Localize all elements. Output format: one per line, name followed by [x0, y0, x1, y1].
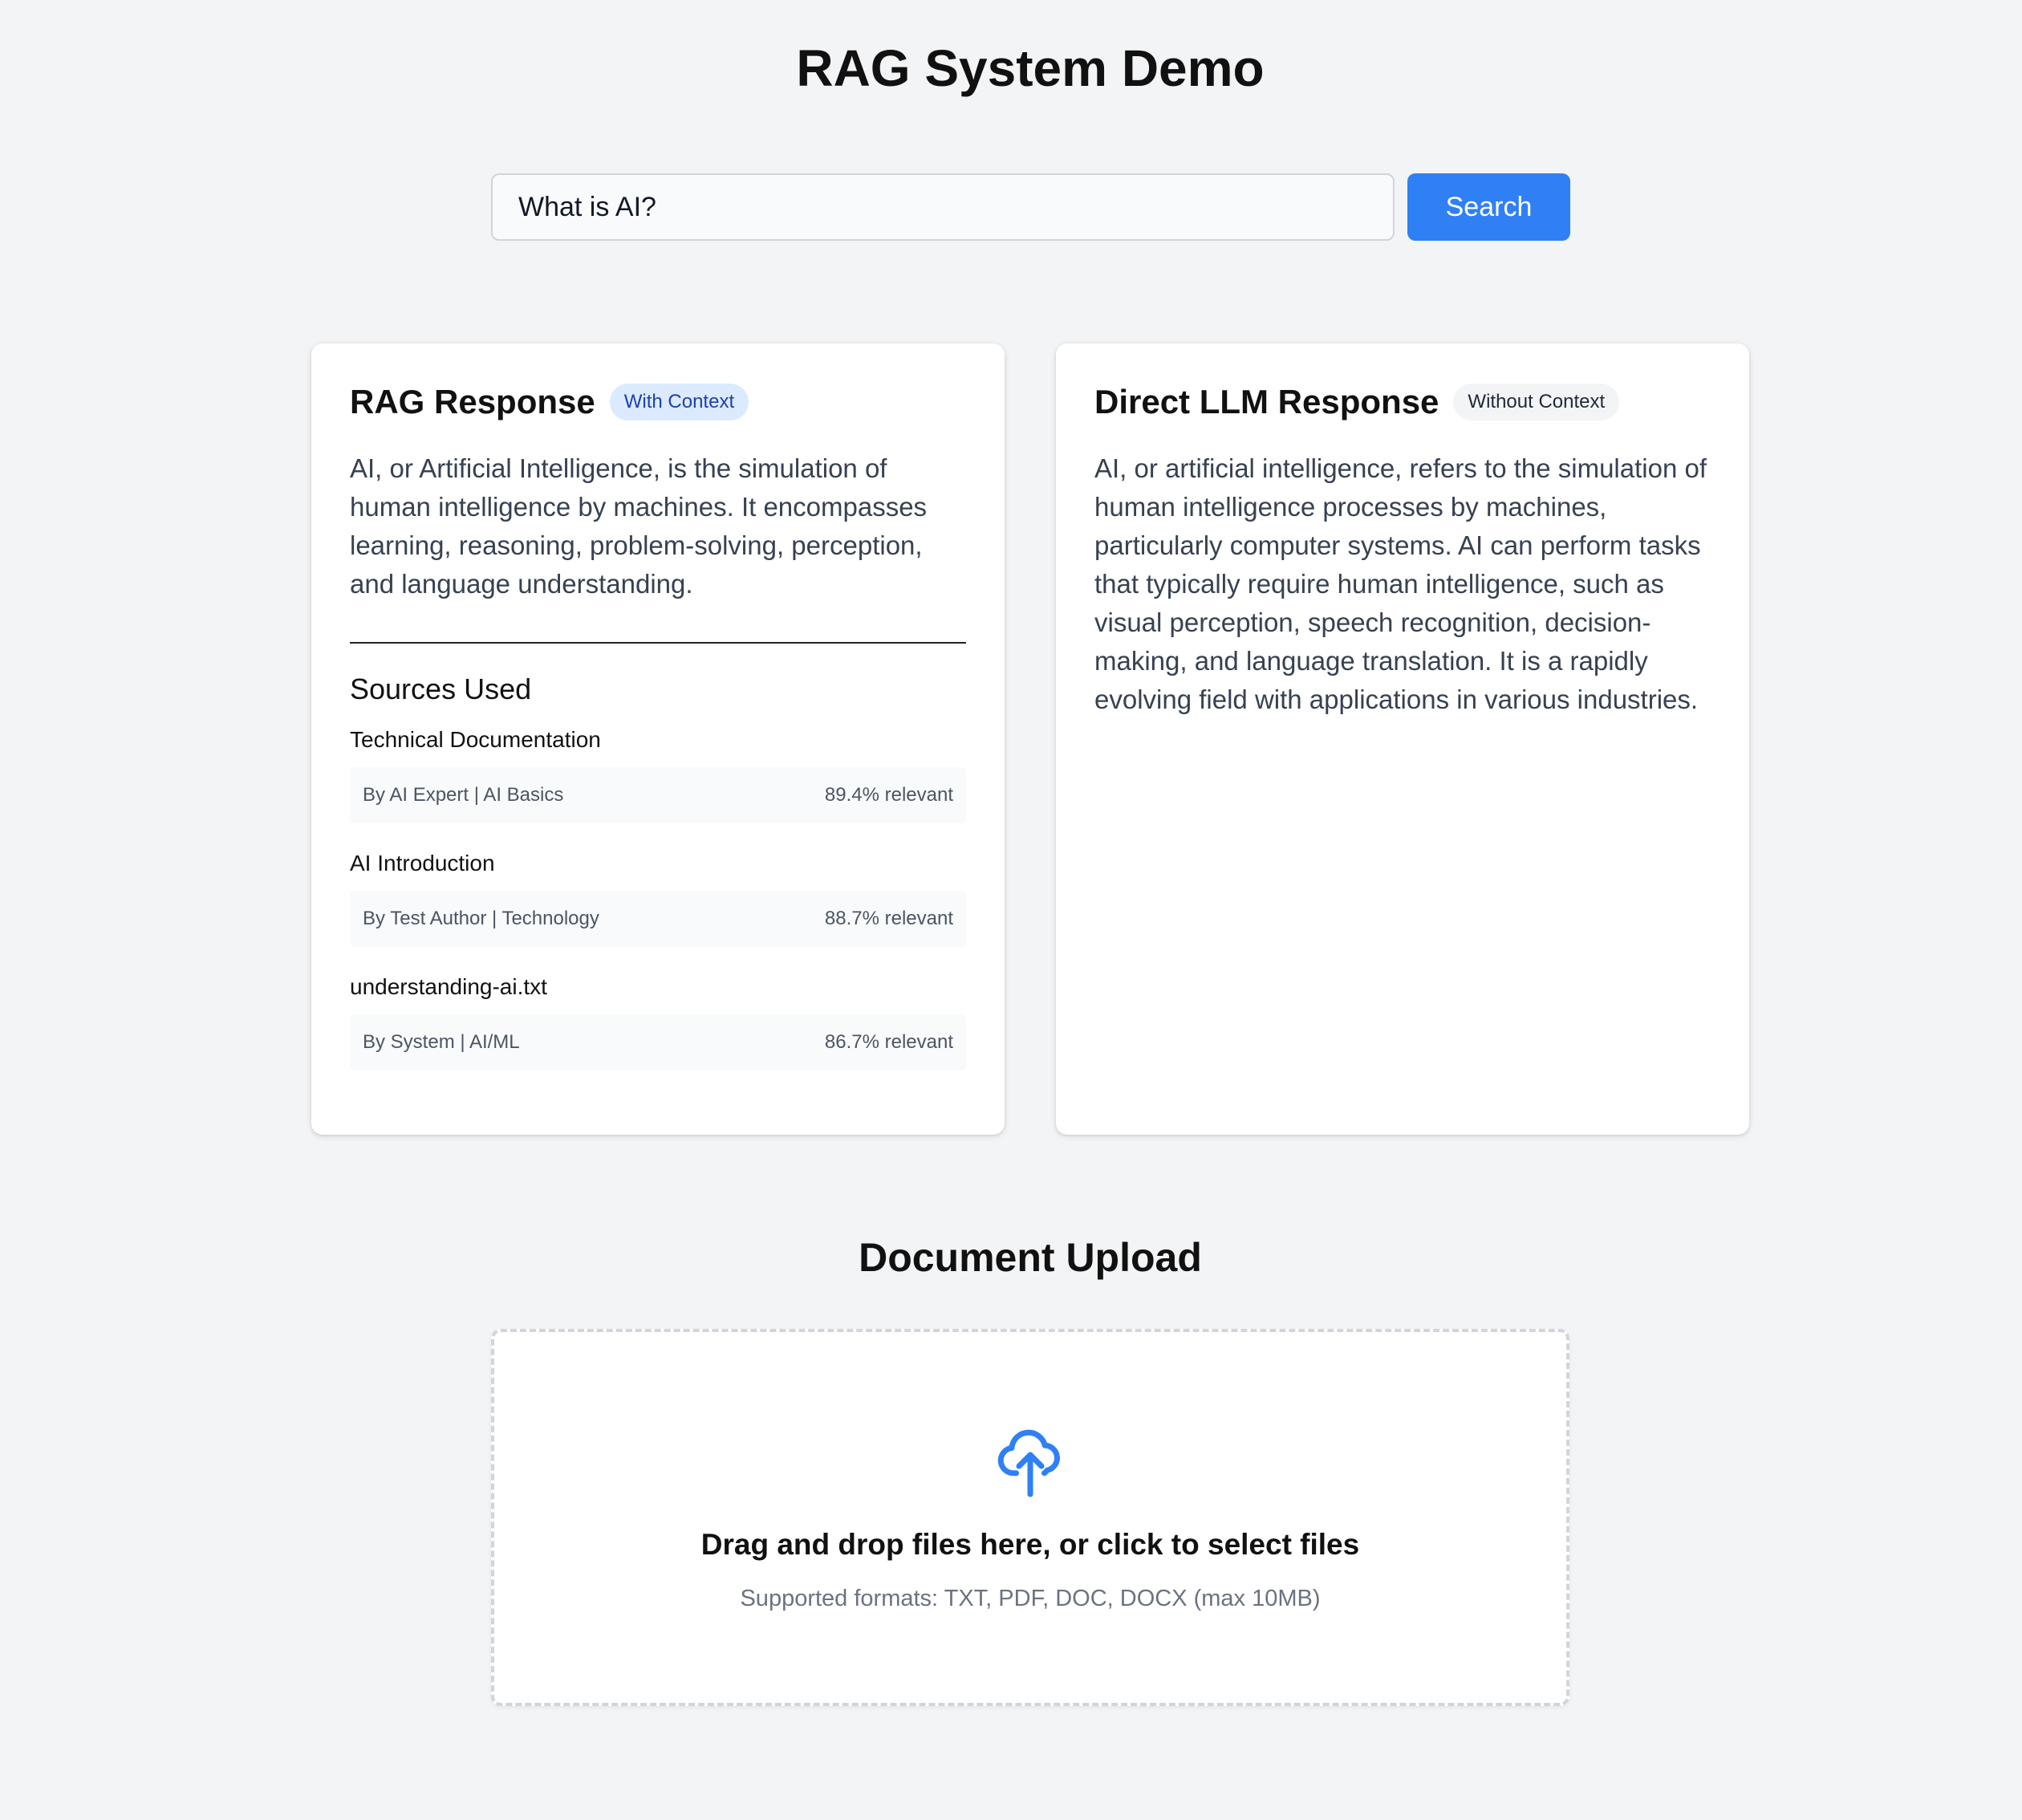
file-dropzone[interactable]: Drag and drop files here, or click to se…	[491, 1329, 1569, 1706]
rag-response-card: RAG Response With Context AI, or Artific…	[311, 343, 1005, 1135]
source-title: AI Introduction	[350, 851, 495, 875]
source-meta: By Test Author | Technology 88.7% releva…	[350, 891, 966, 947]
source-author-category: By AI Expert | AI Basics	[363, 784, 564, 806]
source-item: understanding-ai.txt By System | AI/ML 8…	[350, 974, 966, 1070]
llm-response-card: Direct LLM Response Without Context AI, …	[1056, 343, 1749, 1135]
search-button[interactable]: Search	[1407, 173, 1570, 241]
source-author-category: By System | AI/ML	[363, 1031, 520, 1053]
source-author-category: By Test Author | Technology	[363, 908, 599, 929]
llm-card-title: Direct LLM Response	[1094, 383, 1439, 420]
source-item: AI Introduction By Test Author | Technol…	[350, 851, 966, 947]
sources-heading: Sources Used	[350, 672, 532, 705]
source-title: Technical Documentation	[350, 727, 601, 752]
source-title: understanding-ai.txt	[350, 974, 547, 999]
llm-response-text: AI, or artificial intelligence, refers t…	[1094, 453, 1707, 714]
rag-response-text: AI, or Artificial Intelligence, is the s…	[350, 453, 928, 599]
source-relevance: 88.7% relevant	[824, 908, 953, 929]
rag-card-title: RAG Response	[350, 383, 595, 420]
llm-card-header: Direct LLM Response Without Context	[1094, 382, 1711, 422]
source-item: Technical Documentation By AI Expert | A…	[350, 727, 966, 823]
supported-formats-text: Supported formats: TXT, PDF, DOC, DOCX (…	[740, 1586, 1321, 1611]
upload-section-title: Document Upload	[859, 1235, 1202, 1280]
search-input[interactable]	[491, 173, 1395, 241]
divider	[350, 642, 966, 644]
search-bar: Search	[491, 173, 1570, 241]
page-title: RAG System Demo	[796, 39, 1265, 97]
rag-card-header: RAG Response With Context	[350, 382, 966, 422]
cloud-upload-icon	[494, 1424, 1566, 1497]
source-relevance: 89.4% relevant	[824, 784, 953, 806]
source-meta: By AI Expert | AI Basics 89.4% relevant	[350, 767, 966, 823]
without-context-badge: Without Context	[1453, 384, 1620, 420]
source-relevance: 86.7% relevant	[824, 1031, 953, 1053]
source-meta: By System | AI/ML 86.7% relevant	[350, 1014, 966, 1070]
with-context-badge: With Context	[609, 384, 749, 420]
dropzone-instructions: Drag and drop files here, or click to se…	[700, 1528, 1360, 1561]
